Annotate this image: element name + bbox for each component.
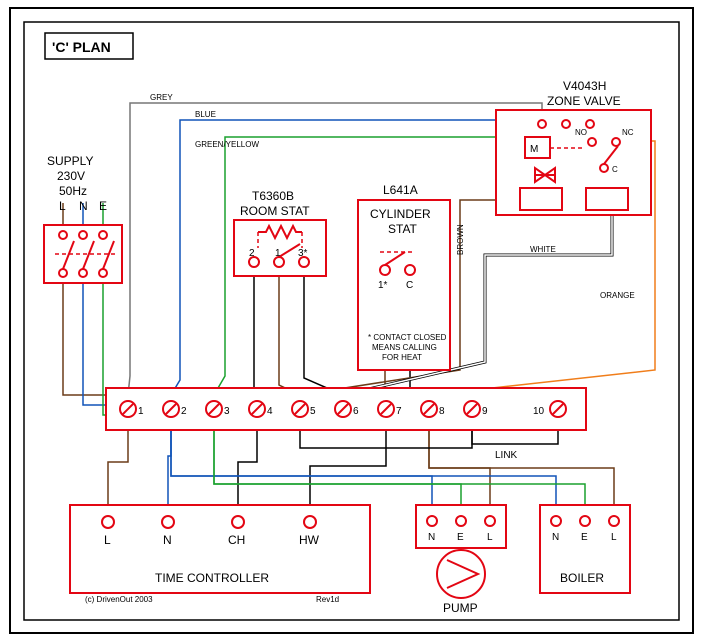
cylinder-stat: CYLINDER STAT 1* C * CONTACT CLOSED MEAN… — [358, 200, 450, 370]
wire-label-orange: ORANGE — [600, 291, 635, 300]
svg-text:CYLINDER: CYLINDER — [370, 207, 431, 221]
room-stat-model: T6360B — [252, 189, 294, 203]
svg-text:8: 8 — [439, 406, 445, 417]
wire-label-greenyellow: GREEN/YELLOW — [195, 140, 259, 149]
svg-text:6: 6 — [353, 406, 359, 417]
svg-text:5: 5 — [310, 406, 316, 417]
svg-text:N: N — [552, 532, 559, 543]
svg-text:C: C — [612, 165, 618, 174]
cyl-stat-model: L641A — [383, 183, 418, 197]
zone-valve-label: ZONE VALVE — [547, 94, 621, 108]
time-controller-label: TIME CONTROLLER — [155, 571, 269, 585]
svg-text:3: 3 — [224, 406, 230, 417]
svg-text:NO: NO — [575, 128, 587, 137]
svg-text:9: 9 — [482, 406, 488, 417]
supply-switch — [44, 225, 122, 283]
svg-text:4: 4 — [267, 406, 273, 417]
svg-text:STAT: STAT — [388, 222, 418, 236]
svg-text:E: E — [581, 532, 588, 543]
zone-valve-model: V4043H — [563, 79, 606, 93]
wiring-diagram: 'C' PLAN GREY BLUE GREEN/YELLOW BROWN WH… — [0, 0, 702, 641]
svg-text:L: L — [487, 532, 493, 543]
supply-freq: 50Hz — [59, 184, 87, 198]
svg-text:7: 7 — [396, 406, 402, 417]
svg-text:1: 1 — [138, 406, 144, 417]
zone-valve: M NO NC C — [496, 110, 651, 215]
boiler-label: BOILER — [560, 571, 604, 585]
svg-text:* CONTACT CLOSED: * CONTACT CLOSED — [368, 333, 447, 342]
wire-label-blue: BLUE — [195, 110, 216, 119]
svg-text:1*: 1* — [378, 280, 388, 291]
footer-rev: Rev1d — [316, 595, 339, 604]
title-text: 'C' PLAN — [52, 39, 111, 55]
time-controller: L N CH HW TIME CONTROLLER — [70, 505, 370, 593]
wire-label-grey: GREY — [150, 93, 173, 102]
svg-text:M: M — [530, 144, 538, 155]
svg-text:C: C — [406, 280, 413, 291]
supply-voltage: 230V — [57, 169, 85, 183]
pump-label: PUMP — [443, 601, 478, 615]
svg-text:N: N — [428, 532, 435, 543]
svg-text:MEANS CALLING: MEANS CALLING — [372, 343, 437, 352]
supply-label: SUPPLY — [47, 154, 93, 168]
svg-text:E: E — [99, 199, 107, 213]
svg-text:3*: 3* — [298, 248, 308, 259]
room-stat-label: ROOM STAT — [240, 204, 310, 218]
svg-text:HW: HW — [299, 533, 320, 547]
footer-copyright: (c) DrivenOut 2003 — [85, 595, 153, 604]
svg-text:2: 2 — [249, 248, 255, 259]
svg-text:10: 10 — [533, 406, 545, 417]
boiler: N E L BOILER — [540, 505, 630, 593]
svg-text:L: L — [611, 532, 617, 543]
svg-text:1: 1 — [275, 248, 281, 259]
wire-label-white: WHITE — [530, 245, 556, 254]
svg-text:N: N — [79, 199, 88, 213]
svg-text:CH: CH — [228, 533, 245, 547]
svg-text:E: E — [457, 532, 464, 543]
svg-text:L: L — [59, 199, 66, 213]
room-stat: 2 1 3* — [234, 220, 326, 276]
wire-label-brown: BROWN — [456, 224, 465, 255]
svg-text:L: L — [104, 533, 111, 547]
svg-text:FOR HEAT: FOR HEAT — [382, 353, 422, 362]
pump: N E L PUMP — [416, 505, 506, 615]
svg-text:NC: NC — [622, 128, 634, 137]
svg-text:2: 2 — [181, 406, 187, 417]
link-label: LINK — [495, 450, 518, 461]
svg-text:N: N — [163, 533, 172, 547]
terminal-strip: 1 2 3 4 5 6 7 8 9 10 — [106, 388, 586, 430]
